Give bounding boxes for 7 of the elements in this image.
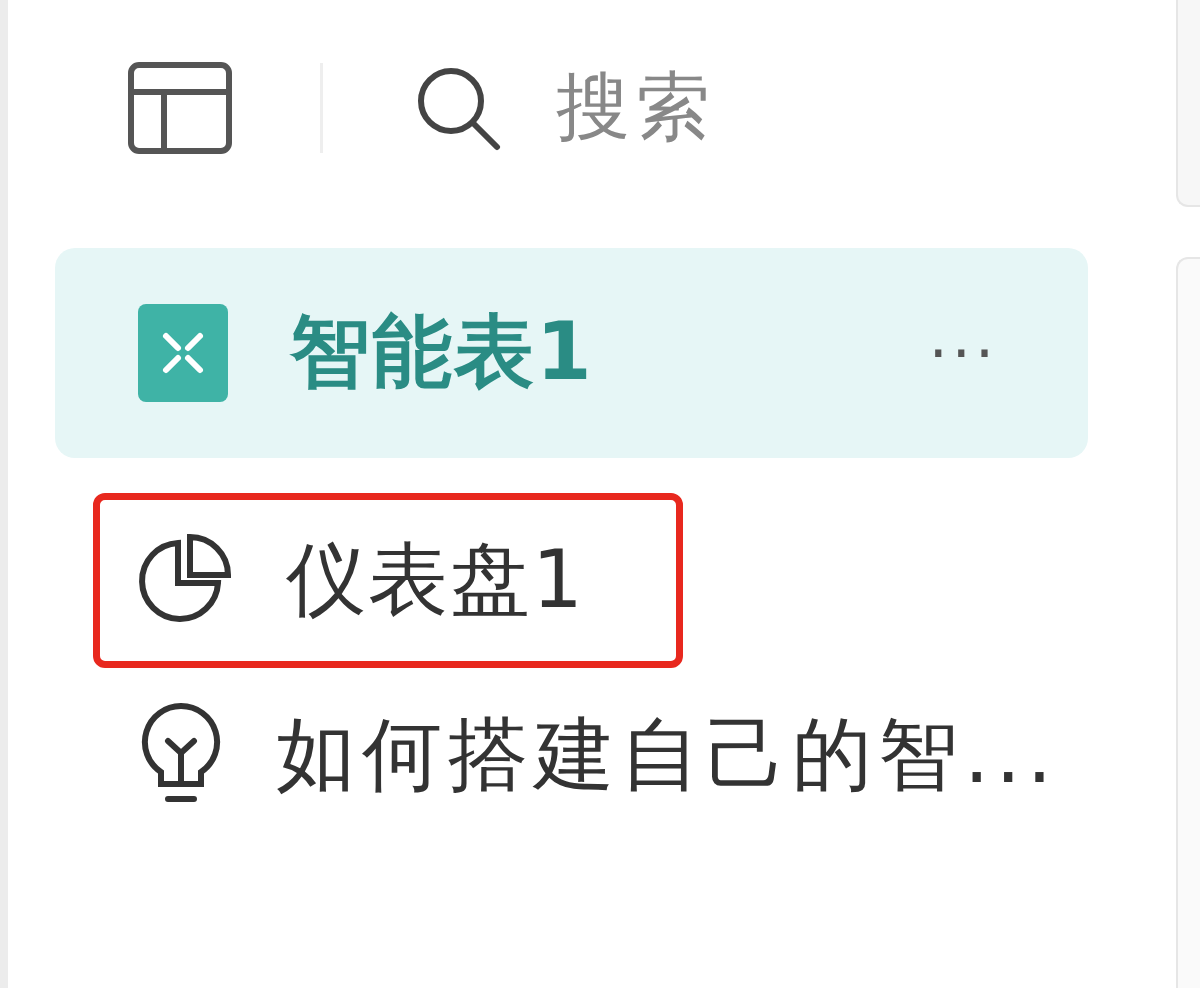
sidebar-item[interactable]: 智能表1 ··· [55, 248, 1088, 458]
sidebar-item[interactable]: 仪表盘1 [100, 493, 676, 668]
layout-icon[interactable] [128, 61, 232, 154]
table-icon [138, 304, 228, 402]
sidebar-item[interactable]: 如何搭建自己的智... [55, 668, 1149, 843]
search-field[interactable]: 搜索 [415, 57, 716, 158]
more-button[interactable]: ··· [928, 318, 998, 388]
